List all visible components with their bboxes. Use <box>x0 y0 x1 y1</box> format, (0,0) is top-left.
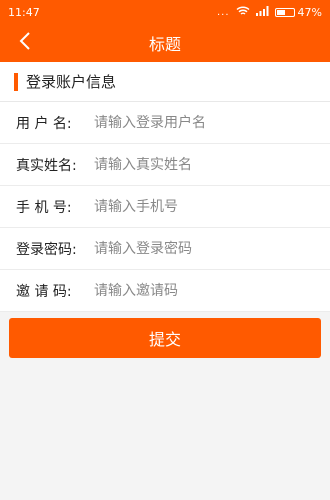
account-form: 用 户 名: 真实姓名: 手 机 号: 登录密码: 邀 请 码: <box>0 102 330 312</box>
battery-indicator: 47% <box>274 5 322 19</box>
form-row-phone: 手 机 号: <box>0 186 330 228</box>
username-label: 用 户 名: <box>16 115 72 132</box>
page-title: 标题 <box>148 35 181 54</box>
wifi-icon <box>236 5 250 19</box>
submit-button[interactable]: 提交 <box>9 318 321 358</box>
invite-code-label: 邀 请 码: <box>16 283 72 300</box>
chevron-left-icon <box>19 32 31 54</box>
form-row-realname: 真实姓名: <box>0 144 330 186</box>
status-icons: ... 47% <box>217 5 322 19</box>
form-row-invite-code: 邀 请 码: <box>0 270 330 312</box>
nav-bar: 标题 <box>0 24 330 62</box>
battery-percent: 47% <box>297 5 322 19</box>
back-button[interactable] <box>8 24 42 62</box>
status-bar: 11:47 ... 47% <box>0 0 330 24</box>
realname-label: 真实姓名: <box>16 157 77 174</box>
phone-input[interactable] <box>94 186 330 227</box>
phone-label: 手 机 号: <box>16 199 72 216</box>
realname-input[interactable] <box>94 144 330 185</box>
signal-icon <box>255 5 269 19</box>
password-label: 登录密码: <box>16 241 77 258</box>
form-row-password: 登录密码: <box>0 228 330 270</box>
section-title: 登录账户信息 <box>26 73 117 91</box>
submit-wrap: 提交 <box>0 312 330 358</box>
invite-code-input[interactable] <box>94 270 330 311</box>
form-row-username: 用 户 名: <box>0 102 330 144</box>
status-dots: ... <box>217 6 230 18</box>
status-time: 11:47 <box>8 5 40 19</box>
battery-icon <box>274 7 295 17</box>
battery-fill <box>276 9 285 15</box>
section-accent-bar <box>14 72 18 91</box>
section-header: 登录账户信息 <box>0 62 330 102</box>
password-input[interactable] <box>94 228 330 269</box>
username-input[interactable] <box>94 102 330 143</box>
